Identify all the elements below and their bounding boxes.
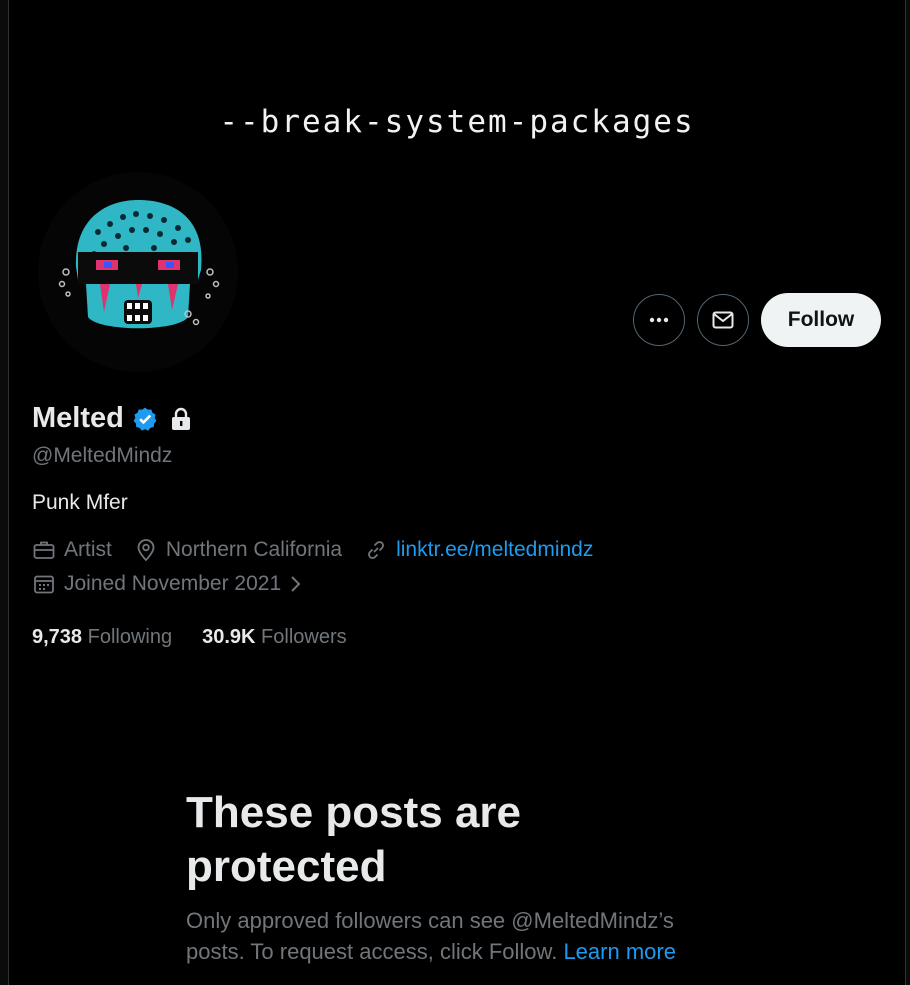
profile-meta-row: Artist Northern California linktr.ee/mel… [32, 538, 615, 562]
location-pin-icon [137, 539, 155, 562]
protected-posts-message: Only approved followers can see @MeltedM… [186, 905, 716, 967]
profile-handle: @MeltedMindz [32, 444, 173, 467]
follow-stats: 9,738 Following 30.9K Followers [32, 626, 347, 649]
following-stat[interactable]: 9,738 Following [32, 626, 172, 649]
skull-avatar-image [38, 172, 238, 372]
profession-label: Artist [64, 538, 112, 561]
calendar-icon [34, 575, 54, 594]
profile-name-row: Melted [32, 402, 192, 435]
more-options-button[interactable] [633, 294, 685, 346]
joined-item[interactable]: Joined November 2021 [32, 572, 303, 596]
message-button[interactable] [697, 294, 749, 346]
learn-more-link[interactable]: Learn more [563, 939, 676, 964]
banner-text: --break-system-packages [219, 104, 695, 140]
website-link[interactable]: linktr.ee/meltedmindz [396, 538, 593, 562]
follow-button[interactable]: Follow [761, 293, 881, 347]
window-right-border [905, 0, 910, 985]
location-label: Northern California [165, 538, 343, 561]
followers-label: Followers [261, 626, 347, 648]
joined-row[interactable]: Joined November 2021 [32, 572, 325, 596]
display-name: Melted [32, 402, 124, 434]
followers-count: 30.9K [202, 626, 256, 648]
chevron-right-icon [291, 576, 301, 592]
website-item[interactable]: linktr.ee/meltedmindz [364, 538, 593, 562]
joined-label: Joined November 2021 [64, 572, 282, 595]
link-icon [368, 541, 385, 559]
lock-icon [171, 407, 190, 430]
protected-posts-title: These posts are protected [186, 788, 522, 891]
profession-item: Artist [32, 538, 112, 562]
profile-actions: Follow [633, 293, 881, 347]
verified-badge-icon[interactable] [132, 406, 158, 432]
following-label: Following [87, 626, 173, 648]
following-count: 9,738 [32, 626, 83, 648]
window-left-border [0, 0, 9, 985]
more-dots-icon [649, 317, 669, 323]
location-item: Northern California [134, 538, 342, 562]
followers-stat[interactable]: 30.9K Followers [202, 626, 347, 649]
envelope-icon [712, 311, 734, 329]
briefcase-icon [33, 541, 55, 559]
profile-bio: Punk Mfer [32, 491, 128, 514]
avatar[interactable] [38, 172, 238, 372]
